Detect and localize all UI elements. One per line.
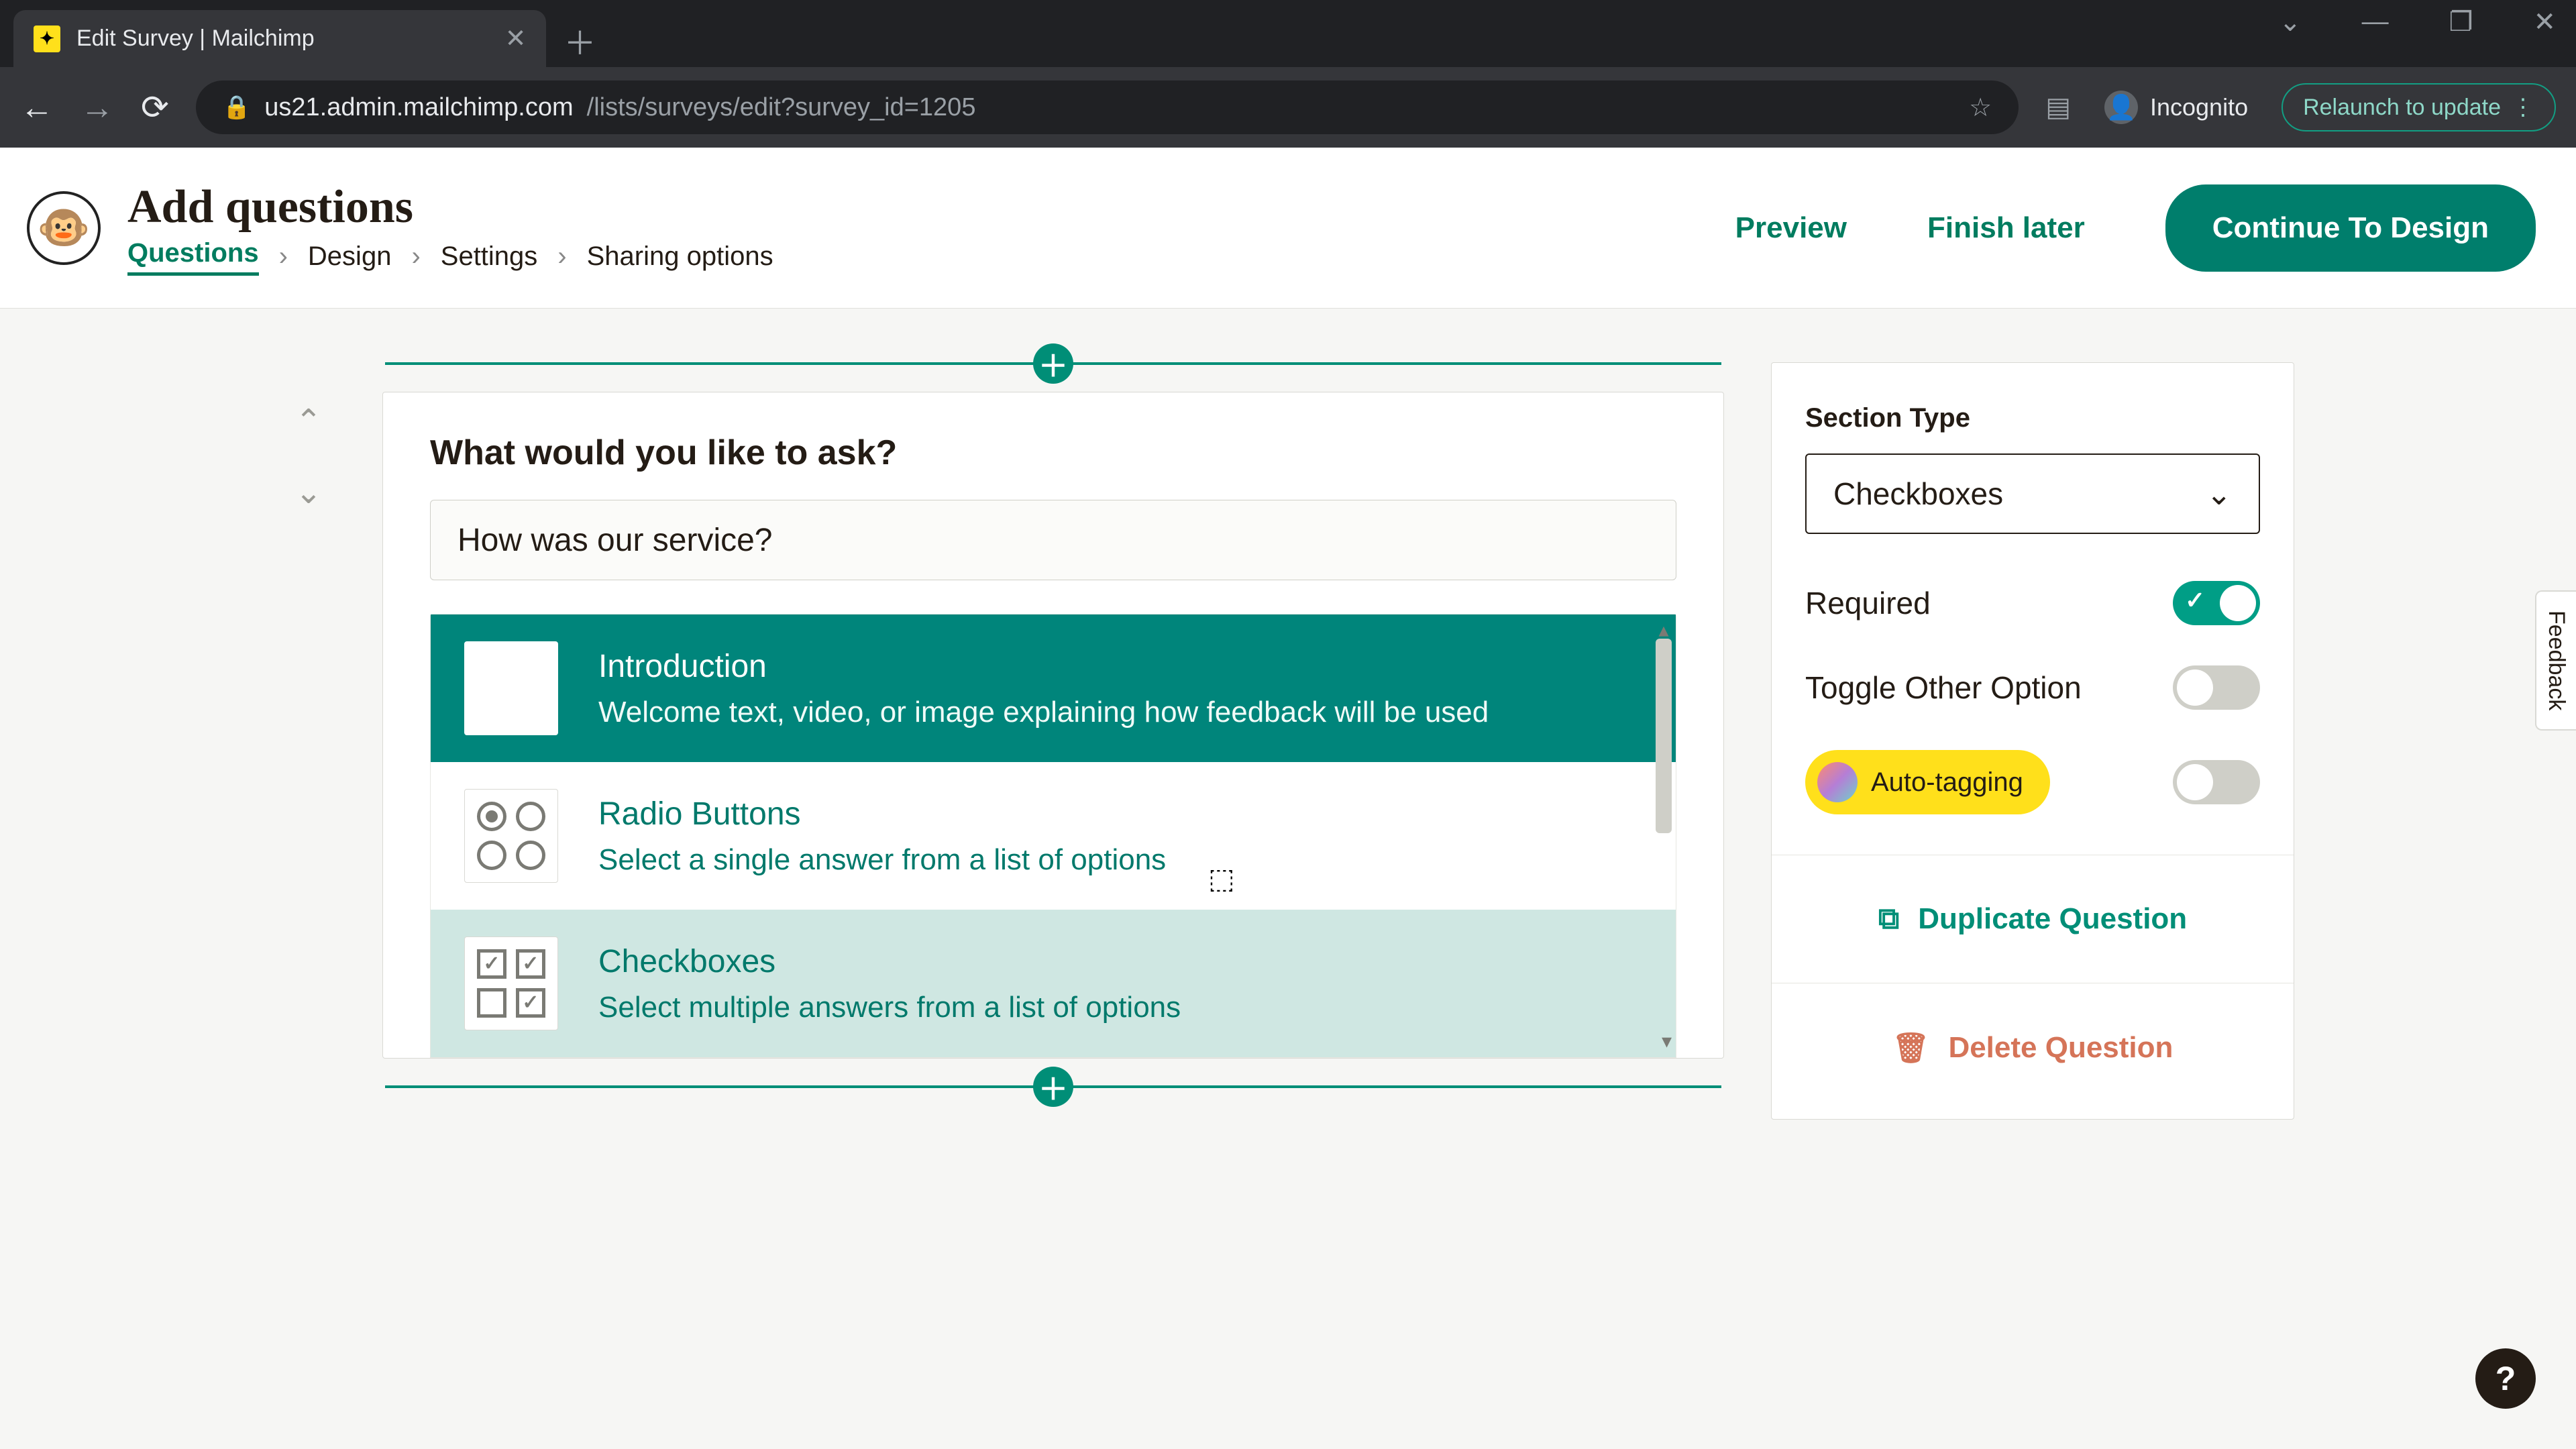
window-close-icon[interactable]: ✕ bbox=[2533, 7, 2556, 38]
scroll-down-arrow-icon[interactable]: ▾ bbox=[1662, 1030, 1672, 1053]
type-option-desc: Select multiple answers from a list of o… bbox=[598, 991, 1181, 1024]
auto-tagging-label: Auto-tagging bbox=[1871, 767, 2023, 798]
page-title: Add questions bbox=[127, 180, 773, 234]
delete-label: Delete Question bbox=[1948, 1031, 2173, 1065]
radio-buttons-icon bbox=[464, 789, 558, 883]
required-toggle[interactable] bbox=[2173, 581, 2260, 625]
move-down-button[interactable]: ⌄ bbox=[295, 474, 322, 511]
crumb-settings[interactable]: Settings bbox=[441, 241, 538, 272]
move-up-button[interactable]: ⌃ bbox=[295, 402, 322, 440]
mailchimp-logo[interactable]: 🐵 bbox=[27, 191, 101, 265]
section-type-picker: ☺+ Introduction Welcome text, video, or … bbox=[430, 614, 1676, 1058]
add-section-divider-top: ＋ bbox=[385, 362, 1721, 365]
section-type-select[interactable]: Checkboxes ⌄ bbox=[1805, 453, 2260, 534]
help-fab[interactable]: ? bbox=[2475, 1348, 2536, 1409]
chevron-right-icon: › bbox=[411, 241, 420, 272]
type-option-desc: Select a single answer from a list of op… bbox=[598, 843, 1166, 877]
type-option-introduction[interactable]: ☺+ Introduction Welcome text, video, or … bbox=[431, 614, 1676, 762]
type-option-desc: Welcome text, video, or image explaining… bbox=[598, 696, 1489, 729]
window-minimize-icon[interactable]: ― bbox=[2362, 7, 2389, 38]
type-option-title: Introduction bbox=[598, 648, 1489, 685]
trash-icon: 🗑 bbox=[1892, 1030, 1930, 1065]
section-type-value: Checkboxes bbox=[1833, 476, 2003, 512]
toggle-other-label: Toggle Other Option bbox=[1805, 669, 2082, 706]
window-maximize-icon[interactable]: ❐ bbox=[2449, 7, 2473, 38]
auto-tagging-toggle[interactable] bbox=[2173, 760, 2260, 804]
side-panel-icon[interactable]: ▤ bbox=[2045, 92, 2071, 123]
question-card: What would you like to ask? ☺+ Introduct… bbox=[382, 392, 1724, 1059]
crumb-sharing[interactable]: Sharing options bbox=[587, 241, 773, 272]
bookmark-star-icon[interactable]: ☆ bbox=[1969, 93, 1992, 123]
browser-toolbar: ← → ⟳ 🔒 us21.admin.mailchimp.com/lists/s… bbox=[0, 67, 2576, 148]
incognito-indicator[interactable]: 👤 Incognito bbox=[2104, 91, 2248, 124]
crumb-questions[interactable]: Questions bbox=[127, 238, 259, 276]
other-option-toggle[interactable] bbox=[2173, 665, 2260, 710]
url-path: /lists/surveys/edit?survey_id=1205 bbox=[587, 93, 976, 122]
close-tab-icon[interactable]: ✕ bbox=[505, 23, 527, 54]
relaunch-label: Relaunch to update bbox=[2303, 95, 2501, 121]
relaunch-button[interactable]: Relaunch to update ⋮ bbox=[2282, 83, 2556, 131]
url-host: us21.admin.mailchimp.com bbox=[264, 93, 573, 122]
duplicate-icon: ⧉ bbox=[1878, 902, 1899, 936]
duplicate-label: Duplicate Question bbox=[1918, 902, 2187, 936]
duplicate-question-button[interactable]: ⧉ Duplicate Question bbox=[1805, 889, 2260, 949]
chevron-right-icon: › bbox=[557, 241, 566, 272]
app-header: 🐵 Add questions Questions › Design › Set… bbox=[0, 148, 2576, 309]
type-option-checkboxes[interactable]: Checkboxes Select multiple answers from … bbox=[431, 910, 1676, 1057]
tab-title: Edit Survey | Mailchimp bbox=[76, 25, 315, 52]
type-option-title: Checkboxes bbox=[598, 943, 1181, 980]
question-prompt-label: What would you like to ask? bbox=[430, 433, 1676, 473]
finish-later-button[interactable]: Finish later bbox=[1927, 211, 2085, 245]
crumb-design[interactable]: Design bbox=[308, 241, 392, 272]
type-picker-scrollbar[interactable]: ▴ ▾ bbox=[1654, 619, 1673, 1053]
chevron-right-icon: › bbox=[279, 241, 288, 272]
type-option-radio-buttons[interactable]: Radio Buttons Select a single answer fro… bbox=[431, 762, 1676, 910]
browser-tab-strip: ✦ Edit Survey | Mailchimp ✕ ＋ ⌄ ― ❐ ✕ bbox=[0, 0, 2576, 67]
delete-question-button[interactable]: 🗑 Delete Question bbox=[1805, 1017, 2260, 1079]
new-tab-button[interactable]: ＋ bbox=[559, 20, 600, 60]
smile-plus-icon: ☺+ bbox=[464, 641, 558, 735]
continue-to-design-button[interactable]: Continue To Design bbox=[2165, 184, 2536, 272]
required-label: Required bbox=[1805, 585, 1931, 621]
kebab-icon: ⋮ bbox=[2512, 94, 2534, 121]
back-button[interactable]: ← bbox=[20, 88, 54, 127]
section-type-label: Section Type bbox=[1805, 403, 2260, 433]
preview-button[interactable]: Preview bbox=[1735, 211, 1847, 245]
forward-button[interactable]: → bbox=[80, 88, 114, 127]
question-text-input[interactable] bbox=[430, 500, 1676, 580]
type-option-title: Radio Buttons bbox=[598, 796, 1166, 833]
mailchimp-favicon: ✦ bbox=[34, 25, 60, 52]
checkboxes-icon bbox=[464, 936, 558, 1030]
add-section-button[interactable]: ＋ bbox=[1033, 1067, 1073, 1107]
auto-tagging-pill[interactable]: Auto-tagging bbox=[1805, 750, 2050, 814]
question-settings-panel: Section Type Checkboxes ⌄ Required Toggl… bbox=[1771, 362, 2294, 1120]
lock-icon: 🔒 bbox=[223, 94, 251, 121]
breadcrumb: Questions › Design › Settings › Sharing … bbox=[127, 238, 773, 276]
feedback-tab[interactable]: Feedback bbox=[2535, 590, 2576, 731]
browser-tab[interactable]: ✦ Edit Survey | Mailchimp ✕ bbox=[13, 10, 546, 67]
add-section-button[interactable]: ＋ bbox=[1033, 343, 1073, 384]
tabs-dropdown-icon[interactable]: ⌄ bbox=[2279, 7, 2302, 38]
reload-button[interactable]: ⟳ bbox=[141, 88, 169, 127]
address-bar[interactable]: 🔒 us21.admin.mailchimp.com/lists/surveys… bbox=[196, 80, 2019, 134]
scrollbar-thumb[interactable] bbox=[1656, 639, 1672, 833]
incognito-icon: 👤 bbox=[2104, 91, 2138, 124]
chevron-down-icon: ⌄ bbox=[2206, 476, 2232, 512]
auto-tagging-icon bbox=[1817, 762, 1858, 802]
add-section-divider-bottom: ＋ bbox=[385, 1085, 1721, 1088]
incognito-label: Incognito bbox=[2150, 93, 2248, 121]
